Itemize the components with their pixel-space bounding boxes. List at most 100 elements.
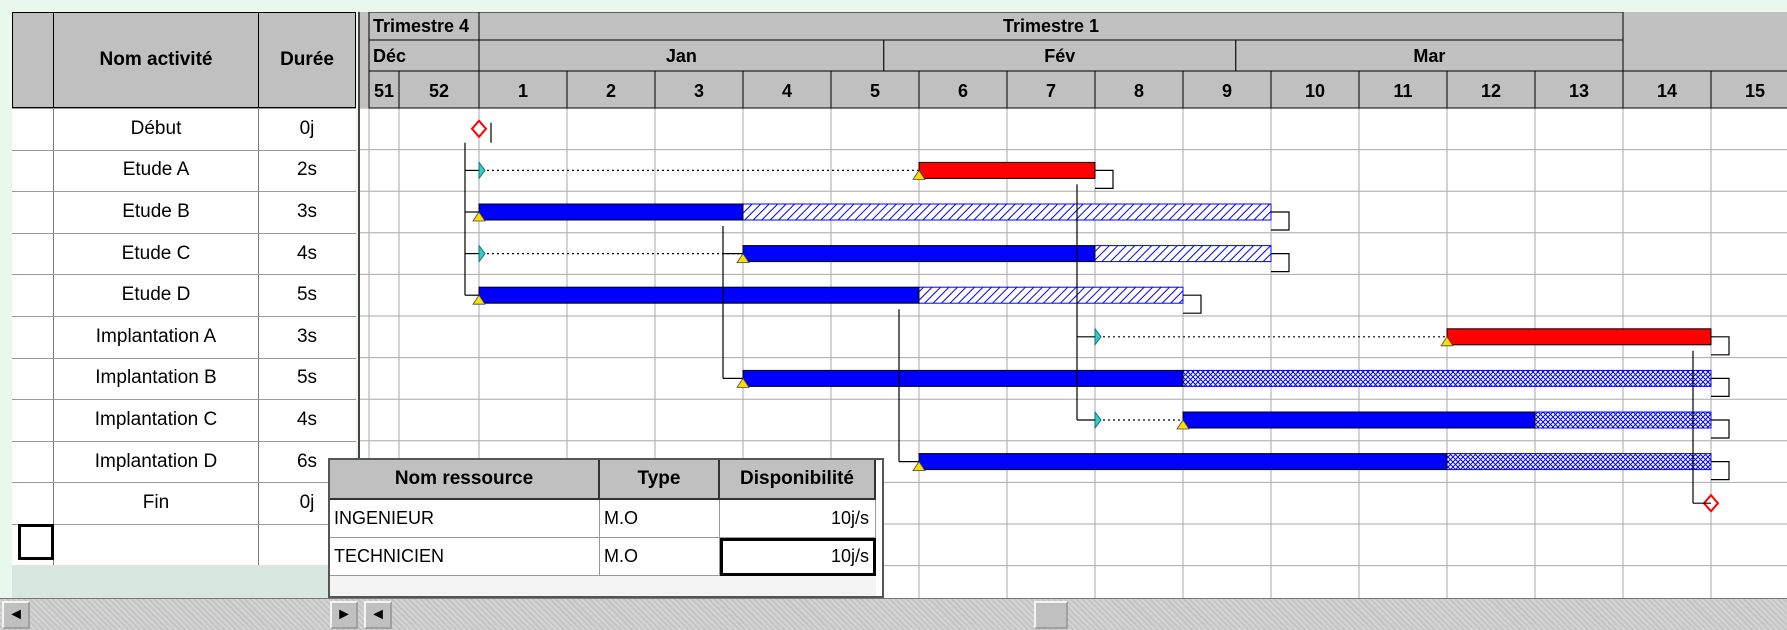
list-item[interactable]: Implantation C 4s	[12, 399, 356, 441]
list-item[interactable]: Etude D 5s	[12, 274, 356, 316]
grid-line	[12, 149, 356, 151]
activity-name: Implantation A	[95, 325, 217, 347]
activity-duration: 4s	[296, 242, 318, 264]
list-item[interactable]: Implantation A 3s	[12, 316, 356, 358]
resource-type-cell[interactable]: M.O	[600, 500, 720, 538]
activity-table: Nom activité Durée Début 0j Etude A 2s E…	[12, 12, 356, 598]
grid-line	[12, 482, 356, 484]
week-label: 4	[782, 81, 792, 101]
resource-availability-cell[interactable]: 10j/s	[720, 500, 876, 538]
activity-duration: 3s	[296, 325, 318, 347]
column-header-availability[interactable]: Disponibilité	[720, 460, 876, 500]
row-selector-header[interactable]	[12, 12, 54, 108]
milestone-diamond	[470, 119, 488, 139]
month-label: Mar	[1413, 46, 1445, 66]
resource-availability-cell-selected[interactable]: 10j/s	[720, 538, 876, 576]
slack-bar	[742, 203, 1272, 221]
table-bottom-area	[12, 565, 356, 598]
week-label: 13	[1569, 81, 1589, 101]
slack-bar	[1094, 245, 1272, 263]
grid-line	[12, 274, 356, 276]
resource-table: Nom ressource Type Disponibilité INGENIE…	[328, 458, 884, 598]
activity-name: Fin	[142, 492, 170, 514]
scroll-right-arrow-icon[interactable]: ►	[330, 601, 358, 629]
week-label: 12	[1481, 81, 1501, 101]
list-item[interactable]: Etude B 3s	[12, 191, 356, 233]
slack-bar	[1182, 369, 1712, 387]
activity-name: Etude C	[121, 242, 191, 264]
successor-link	[1183, 294, 1202, 314]
list-item[interactable]: Implantation B 5s	[12, 358, 356, 400]
activity-name: Implantation B	[95, 367, 217, 389]
task-bar	[1182, 411, 1536, 429]
list-item[interactable]: Début 0j	[12, 108, 356, 150]
column-header-name[interactable]: Nom activité	[53, 12, 259, 108]
slack-bar	[918, 286, 1184, 304]
week-label: 3	[694, 81, 704, 101]
successor-link	[1711, 419, 1730, 439]
early-start-marker	[478, 160, 486, 180]
task-bar	[742, 245, 1096, 263]
resource-name-cell[interactable]: TECHNICIEN	[330, 538, 600, 576]
task-bar	[918, 161, 1096, 179]
activity-duration: 4s	[296, 408, 318, 430]
activity-duration: 5s	[296, 284, 318, 306]
quarter-label: Trimestre 4	[373, 16, 469, 36]
activity-name: Implantation C	[94, 408, 218, 430]
successor-link	[1711, 336, 1730, 356]
successor-link	[1711, 461, 1730, 481]
early-start-marker	[1094, 327, 1102, 347]
activity-name: Début	[130, 117, 182, 139]
week-label: 11	[1393, 81, 1412, 101]
week-label: 51	[374, 81, 394, 101]
grid-line	[12, 191, 356, 193]
selected-empty-row-cell[interactable]	[18, 524, 54, 560]
week-label: 2	[606, 81, 616, 101]
grid-line	[12, 316, 356, 317]
list-item[interactable]: Implantation D 6s	[12, 441, 356, 483]
list-item[interactable]: Etude A 2s	[12, 150, 356, 192]
column-header-type[interactable]: Type	[600, 460, 720, 500]
scroll-left-arrow-icon[interactable]: ◄	[2, 601, 30, 629]
resource-empty-row	[330, 576, 876, 596]
grid-line	[12, 232, 356, 234]
successor-link	[1711, 377, 1730, 397]
month-label: Fév	[1044, 46, 1075, 66]
list-item[interactable]: Etude C 4s	[12, 233, 356, 275]
early-start-marker	[1094, 410, 1102, 430]
resource-name-cell[interactable]: INGENIEUR	[330, 500, 600, 538]
task-bar	[742, 369, 1184, 387]
week-label: 10	[1305, 81, 1325, 101]
week-label: 1	[518, 81, 528, 101]
task-bar	[478, 203, 744, 221]
week-label: 14	[1657, 81, 1677, 101]
list-item[interactable]: Fin 0j	[12, 482, 356, 524]
slack-bar	[1446, 453, 1712, 471]
grid-line	[12, 524, 356, 525]
activity-name: Etude D	[121, 284, 191, 306]
week-label: 6	[958, 81, 968, 101]
grid-line	[12, 440, 356, 442]
activity-name: Etude B	[122, 200, 190, 222]
scroll-thumb[interactable]	[1034, 601, 1068, 629]
successor-link	[1095, 169, 1114, 189]
slack-bar	[1534, 411, 1712, 429]
gantt-scroll-left-arrow-icon[interactable]: ◄	[364, 601, 392, 629]
week-label: 9	[1222, 81, 1232, 101]
gantt-horizontal-scrollbar[interactable]: ◄	[362, 598, 1787, 630]
grid-line	[12, 357, 356, 359]
column-header-duration[interactable]: Durée	[258, 12, 356, 108]
activity-duration: 5s	[296, 367, 318, 389]
week-label: 8	[1134, 81, 1144, 101]
week-label: 5	[870, 81, 880, 101]
resource-type-cell[interactable]: M.O	[600, 538, 720, 576]
ms-project-window: Nom activité Durée Début 0j Etude A 2s E…	[0, 0, 1787, 630]
column-header-resource-name[interactable]: Nom ressource	[330, 460, 600, 500]
activity-duration: 2s	[296, 159, 318, 181]
successor-link	[1271, 253, 1290, 273]
week-label: 7	[1046, 81, 1056, 101]
grid-line	[12, 108, 356, 109]
activity-name: Implantation D	[94, 450, 218, 472]
left-horizontal-scrollbar[interactable]: ◄ ►	[0, 598, 362, 630]
activity-name: Etude A	[122, 159, 190, 181]
